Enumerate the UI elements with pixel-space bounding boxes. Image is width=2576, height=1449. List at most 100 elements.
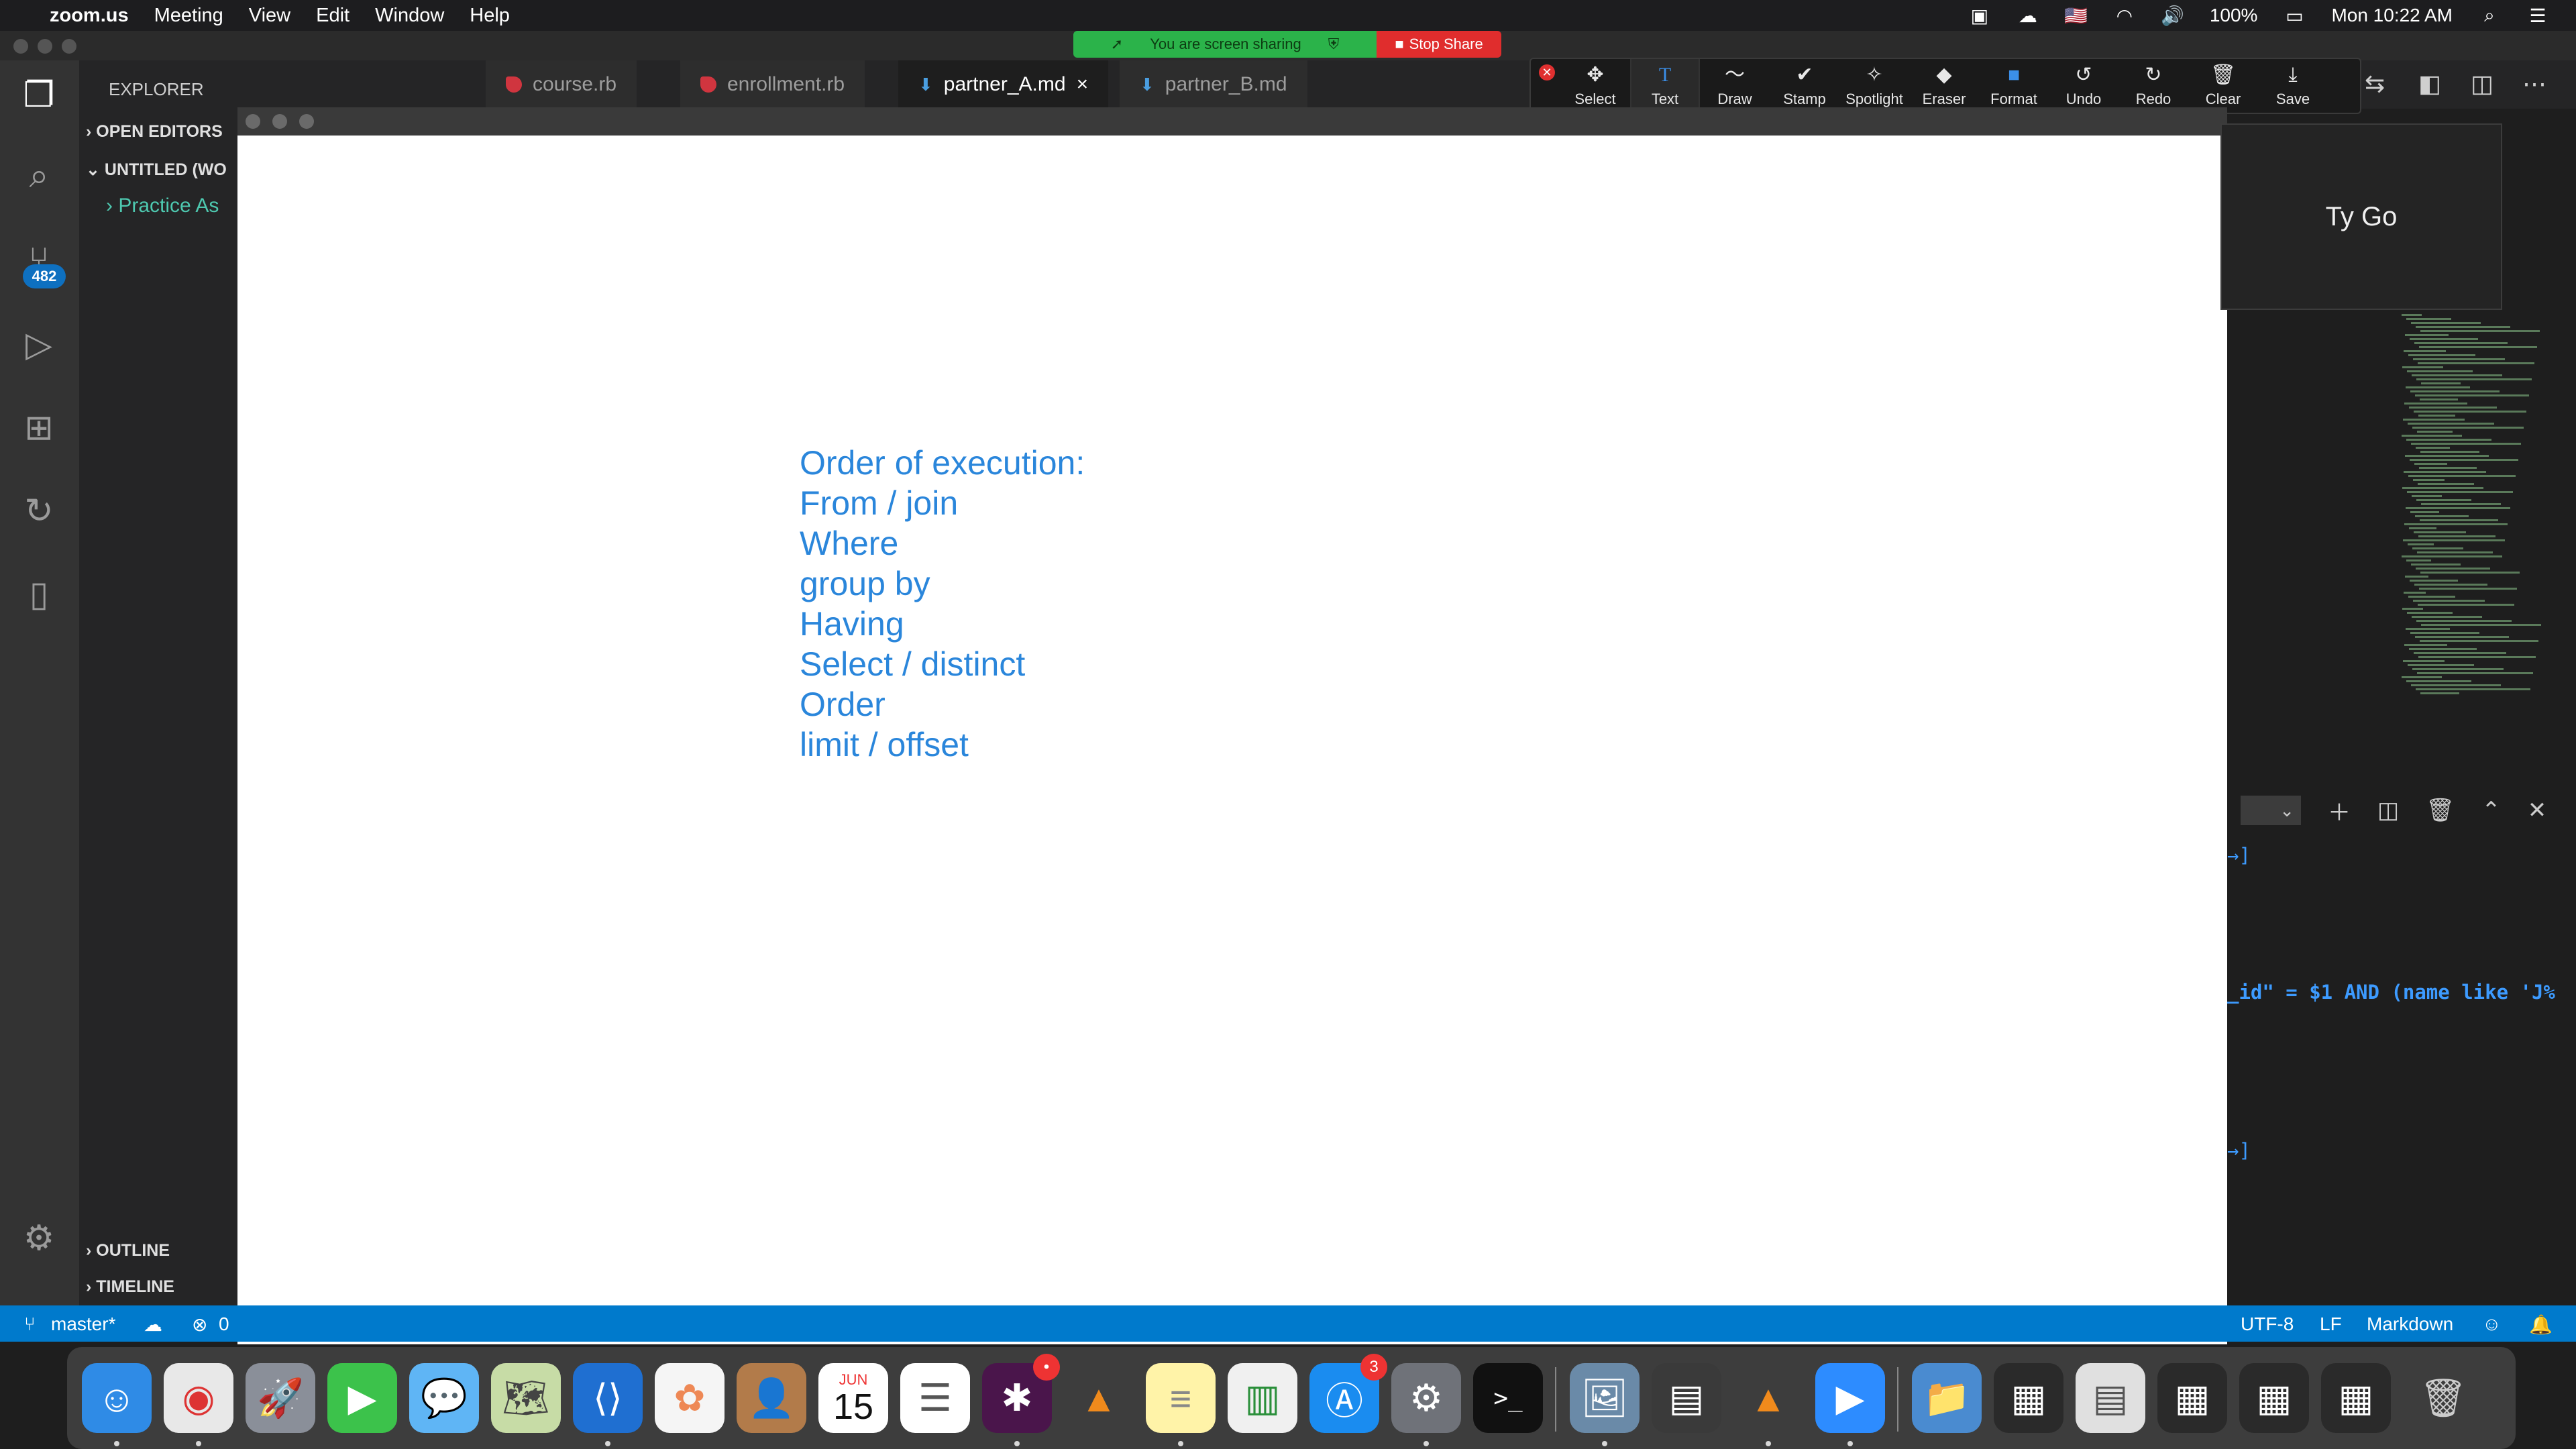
window-close-button[interactable] (13, 39, 28, 54)
vlc-running-icon[interactable]: ▲ (1733, 1363, 1803, 1433)
compare-changes-icon[interactable]: ⇆ (2365, 70, 2385, 98)
tool-select[interactable]: ✥ Select (1560, 59, 1630, 113)
facetime-icon[interactable]: ▶ (327, 1363, 397, 1433)
vscode-icon[interactable]: ⟨⟩ (573, 1363, 643, 1433)
explorer-files-icon[interactable]: ❐ (15, 71, 63, 119)
calendar-icon[interactable]: JUN 15 (818, 1363, 888, 1433)
language-mode-indicator[interactable]: Markdown (2367, 1313, 2453, 1335)
tool-format[interactable]: ■ Format (1979, 59, 2049, 113)
new-terminal-plus-icon[interactable]: ＋ (2328, 794, 2351, 827)
tool-undo[interactable]: ↺ Undo (2049, 59, 2118, 113)
editor-minimap[interactable] (2227, 310, 2576, 780)
printer-icon[interactable]: ▤ (1652, 1363, 1721, 1433)
zoom-icon[interactable]: ▶ (1815, 1363, 1885, 1433)
tab-course-rb[interactable]: course.rb (486, 60, 637, 109)
close-annotation-icon[interactable]: ✕ (1539, 64, 1555, 80)
notification-center-icon[interactable]: ☰ (2526, 5, 2549, 26)
extensions-icon[interactable]: ⊞ (15, 404, 63, 452)
chrome-icon[interactable]: ◉ (164, 1363, 233, 1433)
window-zoom-button[interactable] (62, 39, 76, 54)
finder-icon[interactable]: ☺ (82, 1363, 152, 1433)
vlc-icon[interactable]: ▲ (1064, 1363, 1134, 1433)
more-actions-icon[interactable]: ⋯ (2522, 70, 2546, 98)
tool-eraser[interactable]: ◆ Eraser (1909, 59, 1979, 113)
git-branch-icon[interactable]: ⑂ (24, 1313, 36, 1335)
tool-draw[interactable]: 〜 Draw (1700, 59, 1770, 113)
battery-icon[interactable]: ▭ (2283, 5, 2306, 26)
minimized-window-thumbnail[interactable]: ▦ (2239, 1363, 2309, 1433)
volume-icon[interactable]: 🔊 (2161, 5, 2184, 26)
maps-icon[interactable]: 🗺 (491, 1363, 561, 1433)
minimized-window-thumbnail[interactable]: ▦ (2157, 1363, 2227, 1433)
participant-video-tile[interactable]: Ty Go (2220, 123, 2502, 310)
tool-stamp[interactable]: ✔ Stamp (1770, 59, 1839, 113)
messages-icon[interactable]: 💬 (409, 1363, 479, 1433)
minimized-window-thumbnail[interactable]: ▦ (2321, 1363, 2391, 1433)
minimized-document-thumbnail[interactable]: ▤ (2076, 1363, 2145, 1433)
terminal-icon[interactable]: >_ (1473, 1363, 1543, 1433)
terminal-dropdown[interactable]: ⌄ (2241, 796, 2301, 825)
git-branch-label[interactable]: master* (51, 1313, 115, 1335)
split-editor-icon[interactable]: ◫ (2471, 70, 2493, 98)
tab-partner-a-md[interactable]: ⬇ partner_A.md × (898, 60, 1109, 109)
cloud-tray-icon[interactable]: ☁ (2017, 5, 2039, 26)
menu-edit[interactable]: Edit (316, 5, 350, 27)
tool-spotlight[interactable]: ✧ Spotlight (1839, 59, 1909, 113)
search-icon[interactable]: ⌕ (15, 152, 63, 200)
notifications-bell-icon[interactable]: 🔔 (2529, 1313, 2553, 1336)
tab-close-icon[interactable]: × (1077, 73, 1089, 96)
tool-text[interactable]: T Text (1630, 59, 1700, 113)
tab-partner-b-md[interactable]: ⬇ partner_B.md (1120, 60, 1307, 109)
kill-terminal-trash-icon[interactable]: 🗑 (2426, 797, 2455, 824)
line-ending-indicator[interactable]: LF (2320, 1313, 2342, 1335)
launchpad-rocket-icon[interactable]: 🚀 (246, 1363, 315, 1433)
maximize-panel-chevron-up-icon[interactable]: ⌃ (2481, 797, 2501, 824)
open-editors-section[interactable]: › OPEN EDITORS (86, 122, 237, 142)
minimized-window-thumbnail[interactable]: ▦ (1994, 1363, 2063, 1433)
tool-redo[interactable]: ↻ Redo (2118, 59, 2188, 113)
errors-icon[interactable]: ⊗ (192, 1313, 207, 1336)
close-panel-icon[interactable]: ✕ (2528, 797, 2547, 824)
spotlight-search-icon[interactable]: ⌕ (2478, 5, 2501, 25)
sharing-indicator[interactable]: ➚ You are screen sharing ⛨ (1073, 31, 1377, 58)
menu-app-name[interactable]: zoom.us (50, 5, 129, 27)
tab-enrollment-rb[interactable]: enrollment.rb (680, 60, 865, 109)
notes-icon[interactable]: ≡ (1146, 1363, 1216, 1433)
menubar-clock[interactable]: Mon 10:22 AM (2331, 5, 2453, 26)
errors-count[interactable]: 0 (219, 1313, 229, 1335)
tool-clear[interactable]: 🗑 Clear (2188, 59, 2258, 113)
tool-save[interactable]: ⤓ Save (2258, 59, 2328, 113)
settings-gear-icon[interactable]: ⚙ (15, 1214, 63, 1263)
sync-cloud-icon[interactable]: ☁ (144, 1313, 162, 1336)
whiteboard-canvas[interactable]: Order of execution: From / join Where gr… (237, 136, 2227, 1344)
numbers-icon[interactable]: ▥ (1228, 1363, 1297, 1433)
flag-input-icon[interactable]: 🇺🇸 (2064, 5, 2088, 26)
remote-explorer-icon[interactable]: ▯ (15, 570, 63, 619)
contacts-icon[interactable]: 👤 (737, 1363, 806, 1433)
folder-practice[interactable]: › Practice As (106, 195, 237, 217)
preview-icon[interactable]: 🖼 (1570, 1363, 1640, 1433)
photos-icon[interactable]: ✿ (655, 1363, 724, 1433)
reminders-icon[interactable]: ☰ (900, 1363, 970, 1433)
menu-view[interactable]: View (249, 5, 290, 27)
menu-help[interactable]: Help (470, 5, 510, 27)
window-minimize-button[interactable] (38, 39, 52, 54)
system-preferences-gear-icon[interactable]: ⚙ (1391, 1363, 1461, 1433)
menu-meeting[interactable]: Meeting (154, 5, 223, 27)
zoom-tray-icon[interactable]: ▣ (1968, 5, 1991, 26)
downloads-folder-icon[interactable]: 📁 (1912, 1363, 1982, 1433)
wifi-icon[interactable]: ◠ (2113, 5, 2136, 26)
trash-icon[interactable]: 🗑 (2408, 1363, 2478, 1433)
annotation-text-block[interactable]: Order of execution: From / join Where gr… (800, 443, 1085, 765)
menu-window[interactable]: Window (375, 5, 444, 27)
workspace-section[interactable]: ⌄ UNTITLED (WO (86, 160, 237, 180)
feedback-icon[interactable]: ☺ (2482, 1313, 2502, 1335)
whiteboard-zoom-button[interactable] (299, 114, 314, 129)
run-debug-icon[interactable]: ▷ (15, 321, 63, 369)
outline-section[interactable]: › OUTLINE (86, 1241, 237, 1260)
timeline-section[interactable]: › TIMELINE (86, 1277, 237, 1297)
open-preview-icon[interactable]: ◧ (2418, 70, 2441, 98)
stop-share-button[interactable]: ■ Stop Share (1377, 31, 1501, 58)
whiteboard-close-button[interactable] (246, 114, 260, 129)
whiteboard-minimize-button[interactable] (272, 114, 287, 129)
